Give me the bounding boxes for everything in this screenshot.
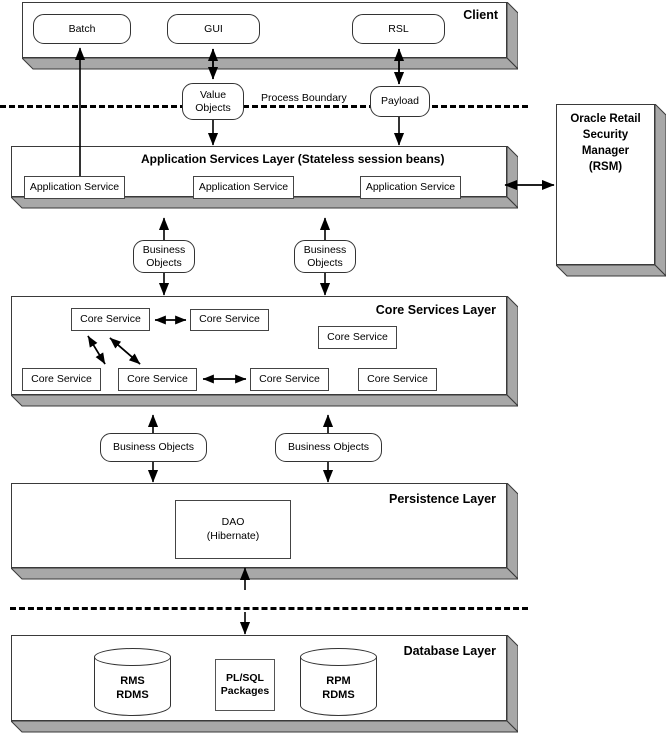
dto-business-objects-4-label: Business Objects: [287, 441, 370, 454]
core-service-7[interactable]: Core Service: [358, 368, 437, 391]
core-service-5[interactable]: Core Service: [118, 368, 197, 391]
application-service-3-label: Application Service: [365, 180, 456, 193]
dto-value-objects-line1: Value: [199, 88, 227, 101]
dao-hibernate[interactable]: DAO (Hibernate): [175, 500, 291, 559]
rpm-line2: RDMS: [322, 689, 355, 702]
dto-value-objects[interactable]: Value Objects: [182, 83, 244, 120]
rms-cylinder-label: RMS RDMS: [94, 674, 171, 703]
dto-business-objects-1[interactable]: Business Objects: [133, 240, 195, 273]
architecture-diagram: Client Batch GUI RSL Process Boundary Va…: [0, 0, 667, 745]
client-component-rsl[interactable]: RSL: [352, 14, 445, 44]
process-boundary-line-lower: [10, 607, 528, 610]
rpm-cylinder-label: RPM RDMS: [300, 674, 377, 703]
dao-hibernate-line2: (Hibernate): [206, 529, 260, 542]
core-service-7-label: Core Service: [367, 372, 428, 385]
core-service-3[interactable]: Core Service: [318, 326, 397, 349]
application-service-2[interactable]: Application Service: [193, 176, 294, 199]
dto-payload-line1: Payload: [381, 95, 419, 108]
rsm-line4: (RSM): [588, 160, 623, 173]
dto-business-objects-1-line1: Business: [142, 243, 186, 256]
client-component-rsl-label: RSL: [388, 22, 409, 35]
dto-business-objects-3[interactable]: Business Objects: [100, 433, 207, 462]
client-component-batch-label: Batch: [68, 22, 96, 35]
core-service-2-label: Core Service: [199, 313, 260, 326]
core-service-2[interactable]: Core Service: [190, 309, 269, 331]
client-layer-title: Client: [463, 8, 498, 22]
core-service-4-label: Core Service: [31, 372, 92, 385]
dto-value-objects-line2: Objects: [195, 101, 231, 114]
database-rpm-rdms[interactable]: RPM RDMS: [300, 648, 377, 716]
dto-business-objects-2-line1: Business: [303, 243, 347, 256]
core-service-1-label: Core Service: [80, 312, 141, 325]
dto-business-objects-4[interactable]: Business Objects: [275, 433, 382, 462]
persistence-layer-title: Persistence Layer: [388, 492, 496, 506]
application-service-1[interactable]: Application Service: [24, 176, 125, 199]
rpm-line1: RPM: [326, 675, 351, 687]
client-component-batch[interactable]: Batch: [33, 14, 131, 44]
oracle-retail-security-manager[interactable]: Oracle Retail Security Manager (RSM): [556, 104, 666, 287]
core-service-4[interactable]: Core Service: [22, 368, 101, 391]
rsm-line2: Security: [582, 128, 629, 141]
core-service-5-label: Core Service: [127, 372, 188, 385]
rsm-line1: Oracle Retail: [570, 113, 641, 125]
rpm-cylinder-top: [300, 648, 377, 666]
dto-business-objects-2[interactable]: Business Objects: [294, 240, 356, 273]
application-service-1-label: Application Service: [29, 180, 120, 193]
client-component-gui[interactable]: GUI: [167, 14, 260, 44]
rms-line1: RMS: [120, 675, 145, 687]
dto-business-objects-3-label: Business Objects: [112, 441, 195, 454]
plsql-line2: Packages: [220, 685, 270, 697]
dto-business-objects-2-line2: Objects: [307, 256, 343, 269]
rms-cylinder-top: [94, 648, 171, 666]
rsm-line3: Manager: [581, 144, 630, 157]
process-boundary-line-upper: [0, 105, 528, 108]
database-layer-title: Database Layer: [403, 644, 496, 658]
database-plsql-packages[interactable]: PL/SQL Packages: [215, 659, 275, 711]
core-service-6-label: Core Service: [259, 372, 320, 385]
application-service-2-label: Application Service: [198, 180, 289, 193]
core-services-layer-title: Core Services Layer: [375, 303, 496, 317]
dto-business-objects-1-line2: Objects: [146, 256, 182, 269]
dto-payload[interactable]: Payload: [370, 86, 430, 117]
core-service-3-label: Core Service: [327, 330, 388, 343]
application-service-3[interactable]: Application Service: [360, 176, 461, 199]
process-boundary-label: Process Boundary: [258, 92, 350, 104]
client-component-gui-label: GUI: [204, 22, 223, 35]
plsql-line1: PL/SQL: [226, 671, 264, 684]
database-rms-rdms[interactable]: RMS RDMS: [94, 648, 171, 716]
core-service-1[interactable]: Core Service: [71, 308, 150, 331]
dao-hibernate-line1: DAO: [221, 516, 245, 529]
core-service-6[interactable]: Core Service: [250, 368, 329, 391]
rms-line2: RDMS: [116, 689, 149, 702]
application-services-layer-title: Application Services Layer (Stateless se…: [141, 152, 445, 166]
